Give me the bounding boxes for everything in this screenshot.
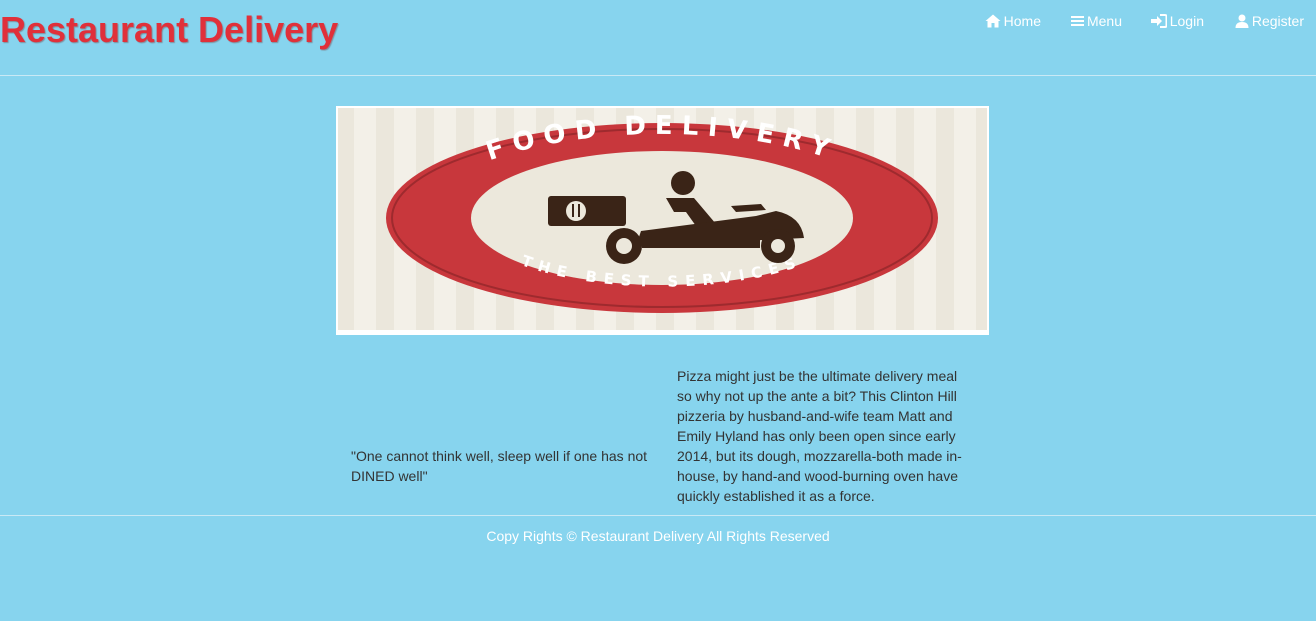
description-text: Pizza might just be the ultimate deliver… (677, 368, 962, 504)
nav-login[interactable]: Login (1150, 11, 1204, 31)
nav-home[interactable]: Home (985, 11, 1041, 31)
nav-menu-label: Menu (1086, 13, 1122, 29)
user-icon (1235, 14, 1249, 28)
nav-register[interactable]: Register (1235, 11, 1304, 31)
login-icon (1150, 14, 1167, 28)
nav-menu[interactable]: Menu (1070, 11, 1122, 31)
nav-login-label: Login (1169, 13, 1204, 29)
site-brand[interactable]: Restaurant Delivery (0, 9, 338, 51)
quote-text: "One cannot think well, sleep well if on… (351, 448, 648, 484)
menu-icon (1070, 15, 1084, 27)
food-delivery-banner: FOOD DELIVERY THE BEST SERVICES (336, 106, 989, 335)
home-icon (985, 14, 1001, 28)
nav-home-label: Home (1003, 13, 1041, 29)
site-header: Restaurant Delivery Home Menu Login Regi… (0, 0, 1316, 76)
footer-divider (0, 515, 1316, 516)
nav-register-label: Register (1251, 13, 1304, 29)
footer-copyright: Copy Rights © Restaurant Delivery All Ri… (486, 528, 830, 544)
